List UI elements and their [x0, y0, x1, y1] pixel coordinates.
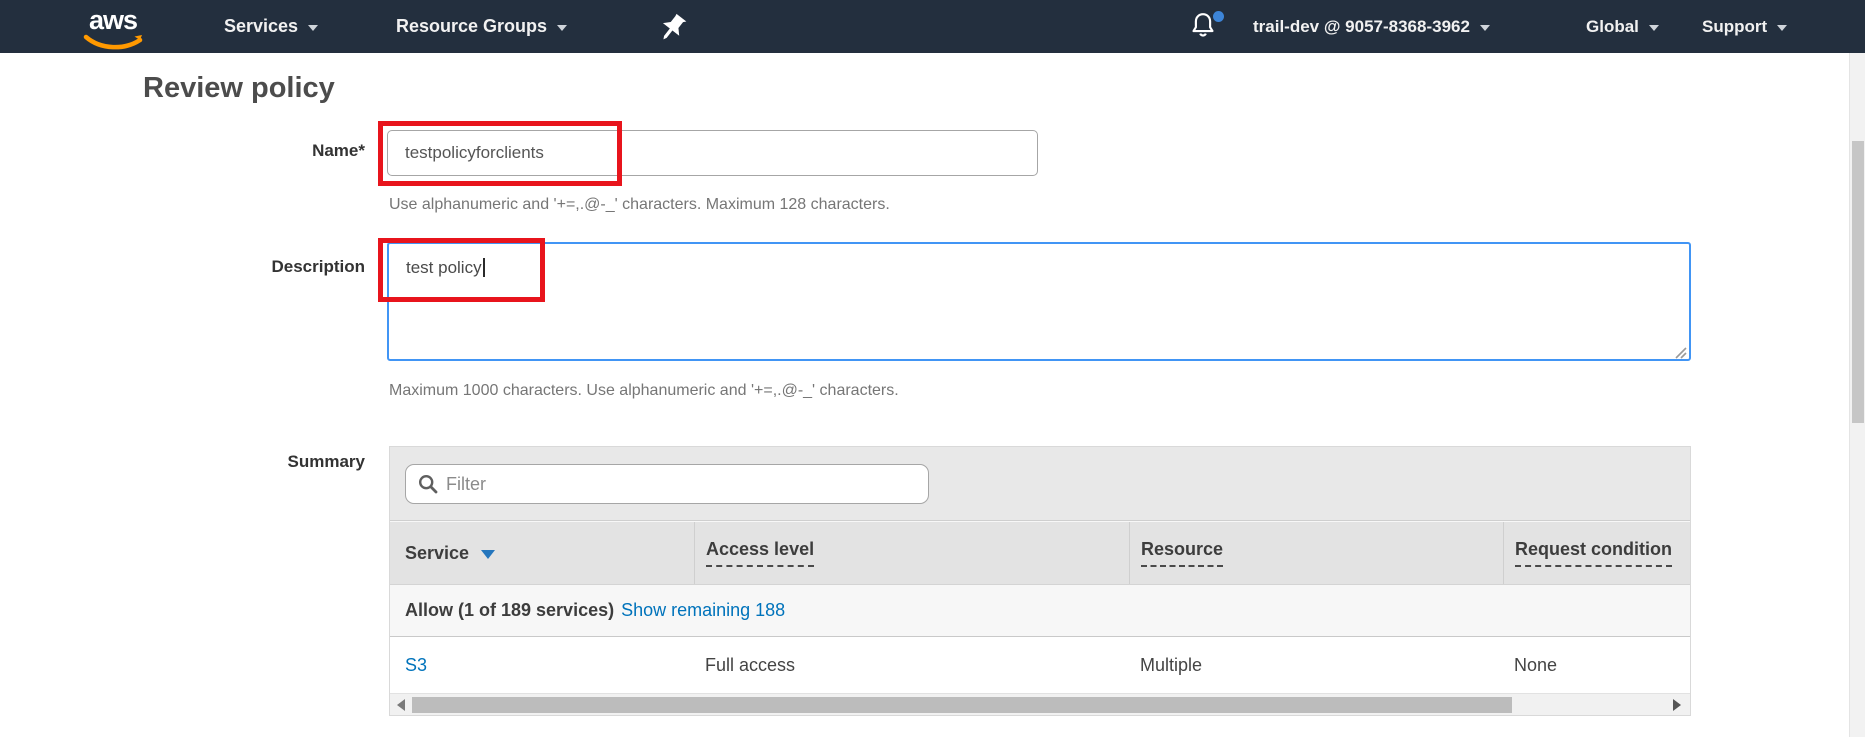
- service-header-label: Service: [405, 543, 469, 564]
- search-icon: [418, 474, 438, 494]
- page-title: Review policy: [143, 72, 335, 105]
- request-condition-cell: None: [1503, 655, 1690, 676]
- aws-console-page: aws Services Resource Groups: [0, 0, 1865, 737]
- caret-down-icon: [1777, 25, 1787, 31]
- access-level-header-label: Access level: [706, 539, 814, 567]
- table-header-row: Service Access level Resource Request co…: [390, 521, 1690, 585]
- scroll-right-arrow-icon[interactable]: [1673, 699, 1681, 711]
- allow-group-row: Allow (1 of 189 services) Show remaining…: [390, 585, 1690, 637]
- access-level-cell: Full access: [694, 655, 1129, 676]
- filter-search-box[interactable]: [405, 464, 929, 504]
- name-help-text: Use alphanumeric and '+=,.@-_' character…: [389, 196, 890, 214]
- column-header-request-condition[interactable]: Request condition: [1503, 522, 1690, 584]
- top-navbar: aws Services Resource Groups: [0, 0, 1865, 53]
- name-field-label: Name*: [100, 141, 365, 161]
- aws-logo-text: aws: [89, 5, 137, 36]
- allow-group-label: Allow (1 of 189 services): [405, 600, 614, 621]
- column-header-resource[interactable]: Resource: [1129, 522, 1503, 584]
- sort-desc-icon: [481, 550, 495, 559]
- caret-down-icon: [1649, 25, 1659, 31]
- nav-resource-groups-label: Resource Groups: [396, 16, 547, 37]
- description-textarea[interactable]: test policy: [387, 242, 1691, 361]
- service-s3-link[interactable]: S3: [405, 655, 427, 675]
- policy-name-input[interactable]: [387, 130, 1038, 176]
- aws-logo[interactable]: aws: [83, 4, 147, 50]
- show-remaining-link[interactable]: Show remaining 188: [621, 600, 785, 621]
- summary-label: Summary: [100, 452, 365, 472]
- scroll-left-arrow-icon[interactable]: [397, 699, 405, 711]
- nav-region-menu[interactable]: Global: [1586, 0, 1659, 53]
- policy-summary-panel: Service Access level Resource Request co…: [389, 446, 1691, 716]
- vertical-scrollbar[interactable]: [1849, 53, 1865, 737]
- horizontal-scrollbar[interactable]: [390, 693, 1690, 715]
- request-condition-header-label: Request condition: [1515, 539, 1672, 567]
- filter-toolbar: [390, 447, 1690, 521]
- support-label: Support: [1702, 17, 1767, 37]
- horizontal-scrollbar-thumb[interactable]: [412, 697, 1512, 713]
- column-header-access-level[interactable]: Access level: [694, 522, 1129, 584]
- region-label: Global: [1586, 17, 1639, 37]
- pushpin-icon[interactable]: [652, 10, 690, 44]
- caret-down-icon: [557, 25, 567, 31]
- resize-handle[interactable]: [1674, 344, 1687, 357]
- vertical-scrollbar-thumb[interactable]: [1852, 141, 1864, 423]
- nav-support-menu[interactable]: Support: [1702, 0, 1787, 53]
- table-row: S3 Full access Multiple None: [390, 637, 1690, 693]
- caret-down-icon: [308, 25, 318, 31]
- aws-smile-icon: [83, 34, 147, 52]
- filter-input[interactable]: [446, 474, 916, 495]
- nav-account-menu[interactable]: trail-dev @ 9057-8368-3962: [1253, 0, 1490, 53]
- nav-services[interactable]: Services: [224, 0, 318, 53]
- bell-icon[interactable]: [1190, 11, 1224, 43]
- column-header-service[interactable]: Service: [390, 522, 694, 584]
- account-name-label: trail-dev @ 9057-8368-3962: [1253, 17, 1470, 37]
- text-cursor: [483, 258, 485, 277]
- caret-down-icon: [1480, 25, 1490, 31]
- description-text: test policy: [406, 258, 482, 277]
- notification-dot: [1213, 11, 1224, 22]
- nav-services-label: Services: [224, 16, 298, 37]
- description-field-label: Description: [100, 257, 365, 277]
- resource-header-label: Resource: [1141, 539, 1223, 567]
- nav-resource-groups[interactable]: Resource Groups: [396, 0, 567, 53]
- description-help-text: Maximum 1000 characters. Use alphanumeri…: [389, 382, 899, 400]
- resource-cell: Multiple: [1129, 655, 1503, 676]
